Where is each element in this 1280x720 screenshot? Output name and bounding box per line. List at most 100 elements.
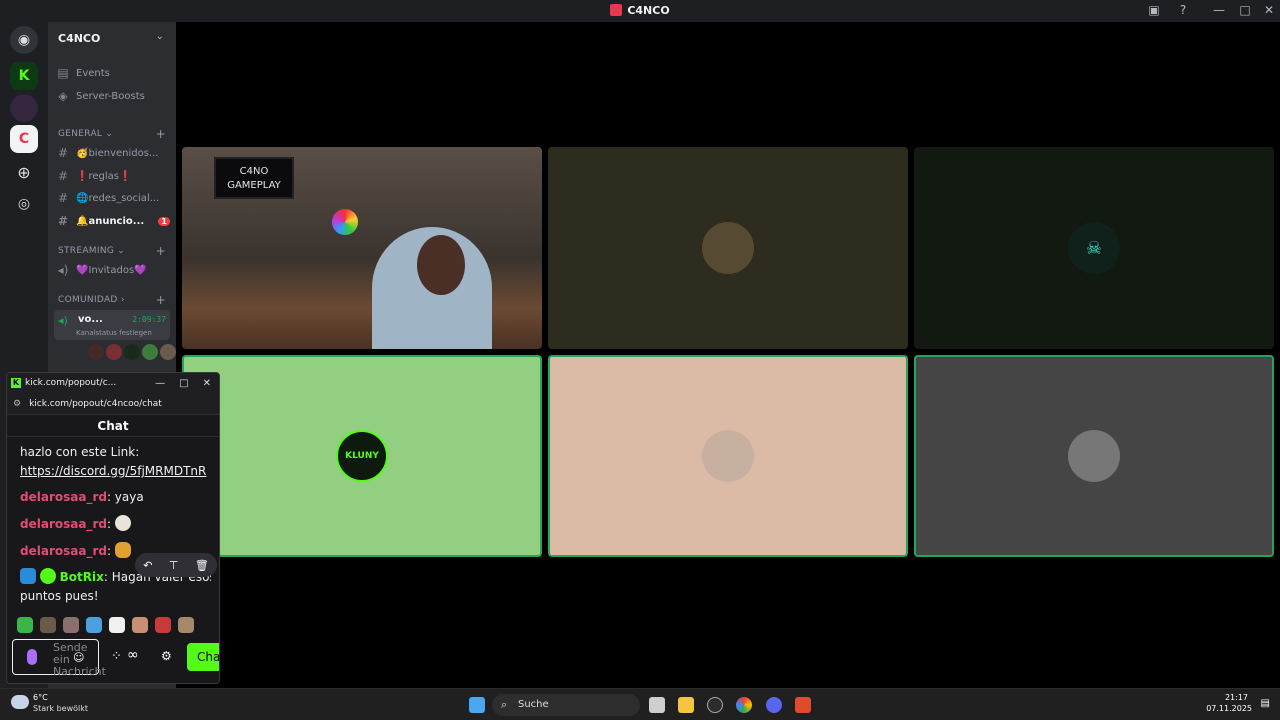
popup-title: kick.com/popout/c...: [25, 378, 117, 388]
category-comunidad[interactable]: COMUNIDAD › +: [58, 293, 168, 307]
chrome-icon[interactable]: [736, 697, 752, 713]
unread-badge: 1: [158, 216, 170, 226]
calendar-icon: ▤: [57, 66, 69, 80]
windows-start-icon[interactable]: [469, 697, 485, 713]
chat-username[interactable]: delarosaa_rd: [20, 544, 107, 558]
close-button[interactable]: ✕: [1258, 3, 1280, 17]
video-tile-kluny[interactable]: KLUNY: [182, 355, 542, 557]
send-chat-button[interactable]: Chat: [187, 643, 219, 671]
discord-home-icon[interactable]: ◉: [10, 26, 38, 54]
kick-logo-icon: K: [11, 378, 21, 388]
settings-gear-icon[interactable]: ⚙: [161, 649, 172, 663]
maximize-button[interactable]: □: [179, 378, 188, 389]
kick-chat-popup: K kick.com/popout/c... — □ ✕ ⚙ kick.com/…: [6, 372, 220, 684]
chevron-down-icon[interactable]: ⌄: [156, 31, 164, 42]
clock-date[interactable]: 07.11.2025: [1206, 704, 1252, 713]
video-stage: C4NO GAMEPLAY ☠ KLUNY: [176, 22, 1280, 688]
video-tile-2[interactable]: [548, 147, 908, 349]
emoji-icon[interactable]: ☺: [73, 651, 84, 664]
emote-icon[interactable]: [178, 617, 194, 633]
speaker-icon: ◂): [58, 314, 68, 327]
emote-icon[interactable]: [40, 617, 56, 633]
video-tile-5[interactable]: [548, 355, 908, 557]
close-button[interactable]: ✕: [203, 378, 211, 389]
hash-icon: #: [57, 214, 69, 228]
category-general[interactable]: GENERAL ⌄ +: [58, 127, 168, 141]
search-icon: ⌕: [501, 698, 508, 711]
color-wheel: [332, 209, 358, 235]
verified-badge-icon: [39, 568, 56, 584]
avatar[interactable]: [124, 344, 140, 360]
emote-icon[interactable]: [63, 617, 79, 633]
site-settings-icon[interactable]: ⚙: [13, 399, 21, 409]
channel-anuncios[interactable]: # 🔔anuncio... 1: [56, 211, 170, 231]
server-name[interactable]: C4NCO: [58, 32, 100, 45]
voice-channel-active[interactable]: ◂) vo... 2:09:37 Kanalstatus festlegen: [54, 310, 170, 340]
channel-reglas[interactable]: # ❗reglas❗: [56, 166, 170, 186]
title-bar: C4NCO ▣ ? — □ ✕: [0, 0, 1280, 22]
avatar[interactable]: [88, 344, 104, 360]
url-bar[interactable]: ⚙ kick.com/popout/c4ncoo/chat: [7, 393, 219, 415]
search-box[interactable]: ⌕ Suche: [492, 694, 640, 716]
minimize-button[interactable]: —: [1208, 3, 1230, 17]
weather-icon[interactable]: [11, 695, 29, 709]
discord-icon[interactable]: [766, 697, 782, 713]
emote-icon[interactable]: [17, 617, 33, 633]
emote-icon[interactable]: [109, 617, 125, 633]
channel-redes-sociales[interactable]: # 🌐redes_social...: [56, 188, 170, 208]
chat-username[interactable]: BotRix: [60, 570, 104, 584]
chat-input[interactable]: Sende ein Nachricht: [12, 639, 106, 678]
infinity-icon[interactable]: ∞: [127, 647, 139, 663]
server-c4nco-icon[interactable]: C: [10, 125, 38, 153]
sidebar-item-events[interactable]: ▤ Events: [56, 63, 170, 83]
maximize-button[interactable]: □: [1234, 3, 1256, 17]
video-tile-webcam[interactable]: C4NO GAMEPLAY: [182, 147, 542, 349]
emote-icon[interactable]: [132, 617, 148, 633]
voice-status[interactable]: Kanalstatus festlegen: [76, 329, 152, 337]
add-channel-icon[interactable]: +: [156, 244, 166, 258]
server-kluny-icon[interactable]: K: [10, 62, 38, 90]
minimize-button[interactable]: —: [155, 378, 165, 389]
notification-icon[interactable]: ▤: [1261, 698, 1270, 709]
chat-link[interactable]: https://discord.gg/5fjMRMDTnR: [20, 462, 211, 480]
emote-icon[interactable]: [86, 617, 102, 633]
app-logo-icon: [610, 4, 623, 16]
clock-time[interactable]: 21:17: [1225, 693, 1248, 702]
file-explorer-icon[interactable]: [678, 697, 694, 713]
category-streaming[interactable]: STREAMING ⌄ +: [58, 244, 168, 258]
avatar[interactable]: [160, 344, 176, 360]
chat-message: delarosaa_rd:: [20, 515, 211, 533]
channel-bienvenidos[interactable]: # 🥳bienvenidos...: [56, 143, 170, 163]
sidebar-item-server-boosts[interactable]: ◈ Server-Boosts: [56, 86, 170, 106]
weather-temp[interactable]: 6°C: [33, 693, 48, 702]
task-view-icon[interactable]: [649, 697, 665, 713]
chat-username[interactable]: delarosaa_rd: [20, 517, 107, 531]
avatar[interactable]: [142, 344, 158, 360]
add-channel-icon[interactable]: +: [156, 127, 166, 141]
add-channel-icon[interactable]: +: [156, 293, 166, 307]
add-server-icon[interactable]: ⊕: [10, 158, 38, 186]
app-icon[interactable]: [707, 697, 723, 713]
weather-desc[interactable]: Stark bewölkt: [33, 704, 88, 713]
person-head: [417, 235, 465, 295]
discover-icon[interactable]: ◎: [10, 190, 38, 218]
inbox-icon[interactable]: ▣: [1143, 3, 1165, 17]
channel-invitados[interactable]: ◂) 💜Invitados💜: [56, 260, 170, 280]
server-icon[interactable]: [10, 94, 38, 122]
pin-icon[interactable]: ⊤: [169, 559, 179, 572]
reply-icon[interactable]: ↶: [143, 559, 152, 572]
video-tile-6[interactable]: [914, 355, 1274, 557]
app-icon[interactable]: [795, 697, 811, 713]
help-icon[interactable]: ?: [1172, 3, 1194, 17]
voice-participants: [88, 344, 176, 360]
avatar[interactable]: [106, 344, 122, 360]
chat-username[interactable]: delarosaa_rd: [20, 490, 107, 504]
microphone-icon[interactable]: [27, 649, 37, 665]
chat-message: delarosaa_rd: yaya: [20, 490, 144, 504]
avatar: [1068, 430, 1120, 482]
video-tile-3[interactable]: ☠: [914, 147, 1274, 349]
delete-icon[interactable]: 🗑: [195, 559, 209, 572]
kick-points-icon[interactable]: ⁘: [111, 649, 122, 664]
emote-icon[interactable]: [155, 617, 171, 633]
chat-message: puntos pues!: [20, 589, 99, 603]
